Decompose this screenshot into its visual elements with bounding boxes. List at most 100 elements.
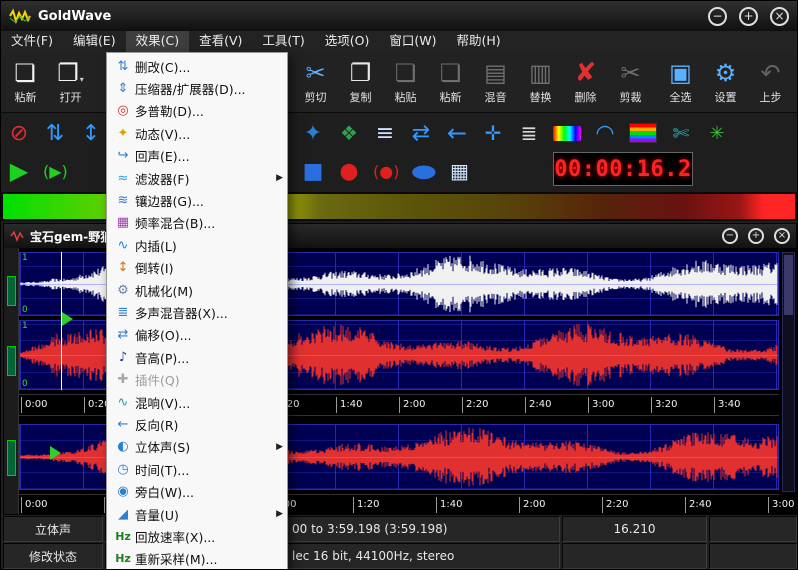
effects-menu-item[interactable]: ◢ 音量(U) ▶ bbox=[107, 503, 287, 525]
toolbar-group-file: ❏ 粘新 ❐▾ 打开 bbox=[3, 53, 93, 110]
scrollbar-thumb[interactable] bbox=[784, 255, 793, 315]
toolbar-icon[interactable]: ⊘ bbox=[7, 118, 31, 148]
effects-menu-item[interactable]: ∿ 内插(L) bbox=[107, 234, 287, 256]
effects-menu-item[interactable]: ⇅ 删改(C)... bbox=[107, 55, 287, 77]
close-button[interactable]: × bbox=[770, 7, 789, 26]
toolbar-icon[interactable]: ↕ bbox=[79, 118, 103, 148]
m-freqblend-icon: ▦ bbox=[111, 215, 135, 230]
toolbar-icon[interactable]: ◠ bbox=[593, 118, 617, 148]
effects-menu-item[interactable]: ✚ 插件(Q) bbox=[107, 368, 287, 390]
toolbar-icon[interactable]: ⇄ bbox=[409, 118, 433, 148]
menu-bar-item[interactable]: 选项(O) bbox=[315, 31, 380, 52]
document-minimize-button[interactable]: − bbox=[722, 228, 738, 244]
effects-menu-item[interactable]: ◎ 多普勒(D)... bbox=[107, 100, 287, 122]
effects-menu-item[interactable]: ⇄ 偏移(O)... bbox=[107, 324, 287, 346]
toolbar-icon[interactable]: ● bbox=[337, 156, 361, 186]
toolbar-button[interactable]: ✂ 剪裁 bbox=[608, 53, 653, 110]
m-plugin-icon: ✚ bbox=[111, 372, 135, 387]
ruler-tick: 1:40 bbox=[436, 497, 462, 513]
scale-label: 0 bbox=[22, 305, 28, 315]
toolbar-button[interactable]: ❐ 复制 bbox=[338, 53, 383, 110]
toolbar-icon[interactable] bbox=[629, 118, 657, 148]
menu-bar-item[interactable]: 效果(C) bbox=[126, 31, 189, 52]
toolbar-button-label: 剪切 bbox=[305, 89, 327, 105]
effects-menu-item[interactable]: ≈ 滤波器(F) ▶ bbox=[107, 167, 287, 189]
toolbar-icon[interactable]: ❖ bbox=[337, 118, 361, 148]
effects-menu-item[interactable]: ≋ 镶边器(G)... bbox=[107, 189, 287, 211]
toolbar-button[interactable]: ❏ 粘新 bbox=[428, 53, 473, 110]
toolbar-button[interactable]: ↶ 上步 bbox=[748, 53, 793, 110]
overview-marker[interactable] bbox=[7, 440, 16, 476]
toolbar-icon[interactable]: ● bbox=[411, 156, 435, 186]
toolbar-icon[interactable]: ■ bbox=[301, 156, 325, 186]
menu-bar-item[interactable]: 帮助(H) bbox=[447, 31, 511, 52]
toolbar-icon[interactable]: ≡ bbox=[373, 118, 397, 148]
m-interp-icon: ∿ bbox=[111, 238, 135, 253]
toolbar-icon[interactable]: ← bbox=[445, 118, 469, 148]
effects-menu-item[interactable]: ◉ 旁白(W)... bbox=[107, 480, 287, 502]
effects-menu-item[interactable]: ▦ 频率混合(B)... bbox=[107, 212, 287, 234]
toolbar-button[interactable]: ❏ 粘贴 bbox=[383, 53, 428, 110]
effects-menu-item[interactable]: ↕ 倒转(I) bbox=[107, 257, 287, 279]
channel-right-marker[interactable] bbox=[7, 346, 16, 376]
menu-bar-item[interactable]: 查看(V) bbox=[189, 31, 252, 52]
effects-menu-item[interactable]: ◐ 立体声(S) ▶ bbox=[107, 436, 287, 458]
effects-menu-item[interactable]: Hz 重新采样(M)... bbox=[107, 548, 287, 570]
toolbar-button[interactable]: ✘ 删除 bbox=[563, 53, 608, 110]
toolbar-button[interactable]: ❏ 粘新 bbox=[3, 53, 48, 110]
m-echo-icon: ↪ bbox=[111, 148, 135, 163]
effects-menu-item[interactable]: ♪ 音高(P)... bbox=[107, 346, 287, 368]
oval-icon: ● bbox=[410, 161, 437, 182]
document-maximize-button[interactable]: + bbox=[748, 228, 764, 244]
toolbar-icon[interactable]: (▶) bbox=[43, 156, 68, 186]
toolbar-button[interactable]: ⚙ 设置 bbox=[703, 53, 748, 110]
v-expand-icon: ↕ bbox=[82, 121, 100, 146]
toolbar-button[interactable]: ▣ 全选 bbox=[658, 53, 703, 110]
effects-menu-item[interactable]: ∿ 混响(V)... bbox=[107, 391, 287, 413]
effects-menu-item[interactable]: ⚙ 机械化(M) bbox=[107, 279, 287, 301]
effects-menu-item[interactable]: ⇕ 压缩器/扩展器(D)... bbox=[107, 77, 287, 99]
effects-menu-item[interactable]: ≣ 多声混音器(X)... bbox=[107, 301, 287, 323]
effects-menu-item[interactable]: ✦ 动态(V)... bbox=[107, 122, 287, 144]
toolbar-icon[interactable]: ✛ bbox=[481, 118, 505, 148]
m-offset-icon: ⇄ bbox=[111, 327, 135, 342]
channel-left-marker[interactable] bbox=[7, 276, 16, 306]
toolbar-icon[interactable]: ✦ bbox=[301, 118, 325, 148]
toolbar-icon[interactable] bbox=[553, 118, 581, 148]
toolbar-icon[interactable]: ⇅ bbox=[43, 118, 67, 148]
toolbar-button[interactable]: ▥ 替换 bbox=[518, 53, 563, 110]
vertical-scrollbar[interactable] bbox=[782, 252, 795, 492]
toolbar-icon[interactable]: ▦ bbox=[447, 156, 471, 186]
effects-menu-item-label: 回放速率(X)... bbox=[135, 527, 273, 546]
m-reverb-icon: ∿ bbox=[111, 395, 135, 410]
minimize-button[interactable]: − bbox=[708, 7, 727, 26]
overview-position-marker-icon[interactable] bbox=[50, 446, 61, 460]
title-bar[interactable]: GoldWave − + × bbox=[1, 1, 797, 31]
menu-bar-item[interactable]: 窗口(W) bbox=[379, 31, 446, 52]
effects-menu-item-label: 反向(R) bbox=[135, 415, 273, 434]
paste-icon: ❏ bbox=[395, 59, 417, 87]
toolbar-icon[interactable]: ✄ bbox=[669, 118, 693, 148]
toolbar-button[interactable]: ❐▾ 打开 bbox=[48, 53, 93, 110]
effects-menu-item[interactable]: Hz 回放速率(X)... bbox=[107, 525, 287, 547]
effects-menu-item[interactable]: ◷ 时间(T)... bbox=[107, 458, 287, 480]
menu-bar-item[interactable]: 文件(F) bbox=[1, 31, 63, 52]
effects-menu-item[interactable]: ↪ 回声(E)... bbox=[107, 145, 287, 167]
toolbar-icon[interactable]: ≣ bbox=[517, 118, 541, 148]
document-close-button[interactable]: × bbox=[774, 228, 790, 244]
menu-bar-item[interactable]: 编辑(E) bbox=[63, 31, 126, 52]
menu-bar-item[interactable]: 工具(T) bbox=[252, 31, 314, 52]
toolbar-icon[interactable]: (●) bbox=[373, 156, 399, 186]
toolbar-icon[interactable]: ▶ bbox=[7, 156, 31, 186]
toolbar-button[interactable]: ▤ 混音 bbox=[473, 53, 518, 110]
cut-icon: ✂ bbox=[305, 59, 325, 87]
scale-label: 1 bbox=[22, 321, 28, 331]
toolbar-button[interactable]: ✂ 剪切 bbox=[293, 53, 338, 110]
selection-start-marker-icon[interactable] bbox=[62, 312, 73, 326]
ruler-tick: 2:40 bbox=[685, 497, 711, 513]
effects-menu-item[interactable]: ← 反向(R) bbox=[107, 413, 287, 435]
toolbar-icon[interactable]: ✳ bbox=[705, 118, 729, 148]
effects-menu-item-label: 删改(C)... bbox=[135, 57, 273, 76]
maximize-button[interactable]: + bbox=[739, 7, 758, 26]
dropdown-caret-icon[interactable]: ▾ bbox=[80, 75, 84, 84]
